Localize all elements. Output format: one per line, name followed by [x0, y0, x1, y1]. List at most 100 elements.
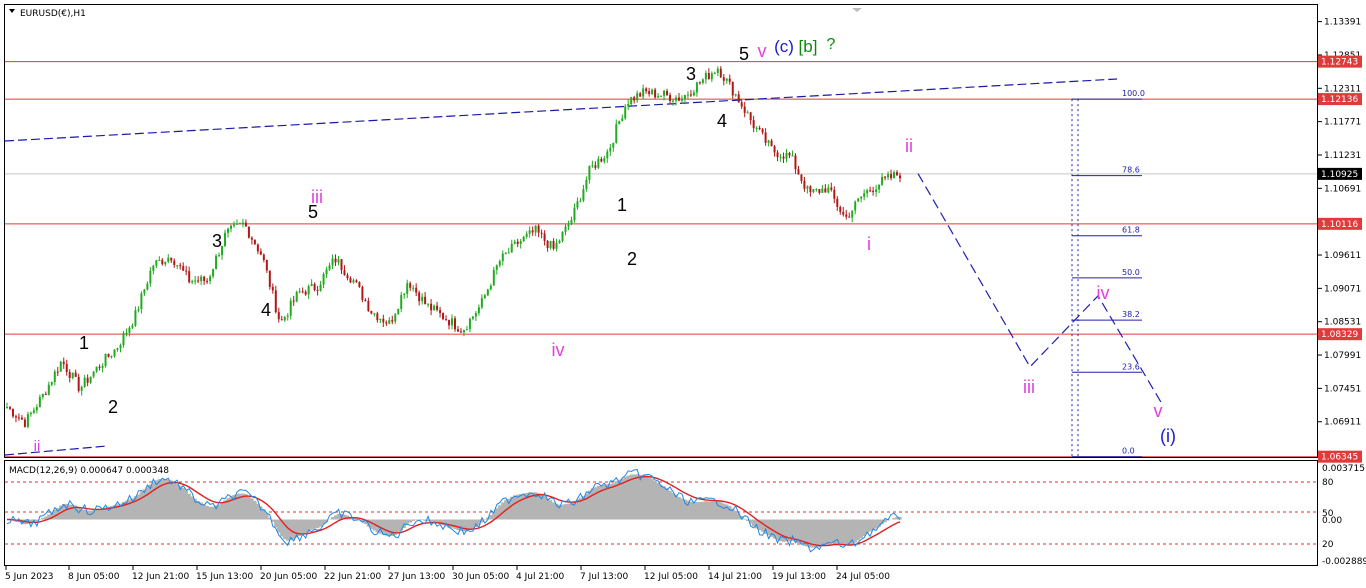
candle-body [743, 106, 746, 113]
candle-body [537, 225, 540, 233]
candle-body [182, 266, 185, 271]
candle-body [250, 237, 253, 240]
candle-body [292, 300, 295, 302]
candle-body [170, 257, 173, 261]
time-label: 27 Jun 13:00 [388, 572, 445, 582]
candle-body [899, 175, 901, 179]
chart-title: EURUSD(€),H1 [20, 9, 86, 19]
candle-body [468, 318, 471, 330]
wave-label: 1 [617, 195, 627, 215]
candle-body [337, 259, 340, 263]
candle-body [698, 82, 701, 84]
wave-label: v [758, 41, 767, 61]
candle-body [424, 296, 427, 305]
candle-body [370, 310, 373, 314]
candle-body [627, 104, 630, 107]
candle-body [421, 296, 424, 302]
price-tick-label: 1.08531 [1324, 318, 1361, 328]
candle-body [734, 94, 737, 96]
candle-body [683, 95, 686, 99]
candle-body [194, 280, 197, 282]
candle-body [648, 91, 651, 94]
price-badge-label: 1.12743 [1321, 58, 1358, 68]
candle-body [522, 236, 525, 242]
candle-body [456, 329, 459, 332]
candle-body [842, 211, 845, 215]
candle-body [409, 283, 412, 288]
candle-body [821, 188, 824, 193]
candle-body [334, 258, 337, 263]
candle-body [740, 102, 743, 107]
candle-body [328, 265, 331, 270]
candle-body [881, 176, 884, 185]
price-badge-label: 1.12136 [1321, 95, 1358, 105]
candle-body [827, 187, 830, 193]
macd-title: MACD(12,26,9) 0.000647 0.000348 [9, 466, 169, 476]
candle-body [483, 295, 486, 299]
time-label: 12 Jun 21:00 [132, 572, 189, 582]
candle-body [110, 356, 113, 358]
chart-canvas[interactable]: EURUSD(€),H1 100.078.661.850.038.223.60.… [0, 0, 1366, 588]
candle-body [615, 124, 618, 143]
candle-body [621, 118, 624, 122]
candle-body [830, 187, 833, 190]
candle-body [573, 207, 576, 221]
candle-body [552, 241, 555, 249]
price-tick-label: 1.11771 [1324, 118, 1361, 128]
candle-body [203, 276, 206, 281]
candle-body [346, 275, 349, 279]
candle-body [451, 318, 454, 326]
candle-body [74, 372, 77, 377]
candle-body [95, 366, 98, 372]
candle-body [728, 78, 731, 82]
candle-body [116, 348, 119, 350]
candle-body [639, 93, 642, 97]
candle-body [875, 189, 878, 193]
fib-level-label: 78.6 [1122, 166, 1140, 175]
candle-body [669, 95, 672, 101]
candle-body [704, 72, 707, 80]
wave-label: i [867, 234, 871, 254]
macd-tick-label: 0.003715 [1322, 464, 1365, 474]
candle-body [286, 315, 289, 317]
candle-body [758, 127, 761, 130]
candle-body [11, 408, 14, 417]
wave-label: (c) [774, 37, 794, 56]
candle-body [149, 270, 152, 284]
candle-body [364, 299, 367, 302]
wave-label: 5 [739, 44, 749, 64]
candle-body [26, 414, 29, 427]
candle-body [779, 156, 782, 158]
candle-body [158, 259, 161, 261]
candle-body [229, 225, 232, 229]
candle-body [295, 291, 298, 302]
time-axis: 5 Jun 2023 8 Jun 05:00 12 Jun 21:00 15 Jun … [5, 566, 890, 582]
price-panel[interactable] [4, 4, 1318, 458]
candle-body [860, 196, 863, 199]
candle-body [379, 318, 382, 321]
macd-tick-label: 0.00 [1322, 516, 1342, 526]
candle-body [872, 190, 875, 193]
candle-body [152, 265, 155, 271]
candle-body [516, 241, 519, 244]
candle-body [71, 372, 74, 378]
candle-body [465, 329, 468, 331]
candle-body [35, 407, 38, 411]
candle-body [322, 273, 325, 285]
candle-body [274, 290, 277, 313]
candle-body [785, 153, 788, 159]
fib-level-label: 61.8 [1122, 226, 1140, 235]
wave-label: v [1154, 401, 1163, 421]
candle-body [397, 308, 400, 315]
time-label: 8 Jun 05:00 [68, 572, 120, 582]
candle-body [188, 271, 191, 283]
candle-body [815, 189, 818, 191]
wave-label: ? [827, 36, 836, 53]
candle-body [310, 283, 313, 287]
candle-body [818, 189, 821, 193]
candle-body [660, 95, 663, 97]
candle-body [65, 363, 68, 372]
candle-body [695, 82, 698, 93]
candle-body [80, 386, 83, 391]
candle-body [283, 316, 286, 321]
